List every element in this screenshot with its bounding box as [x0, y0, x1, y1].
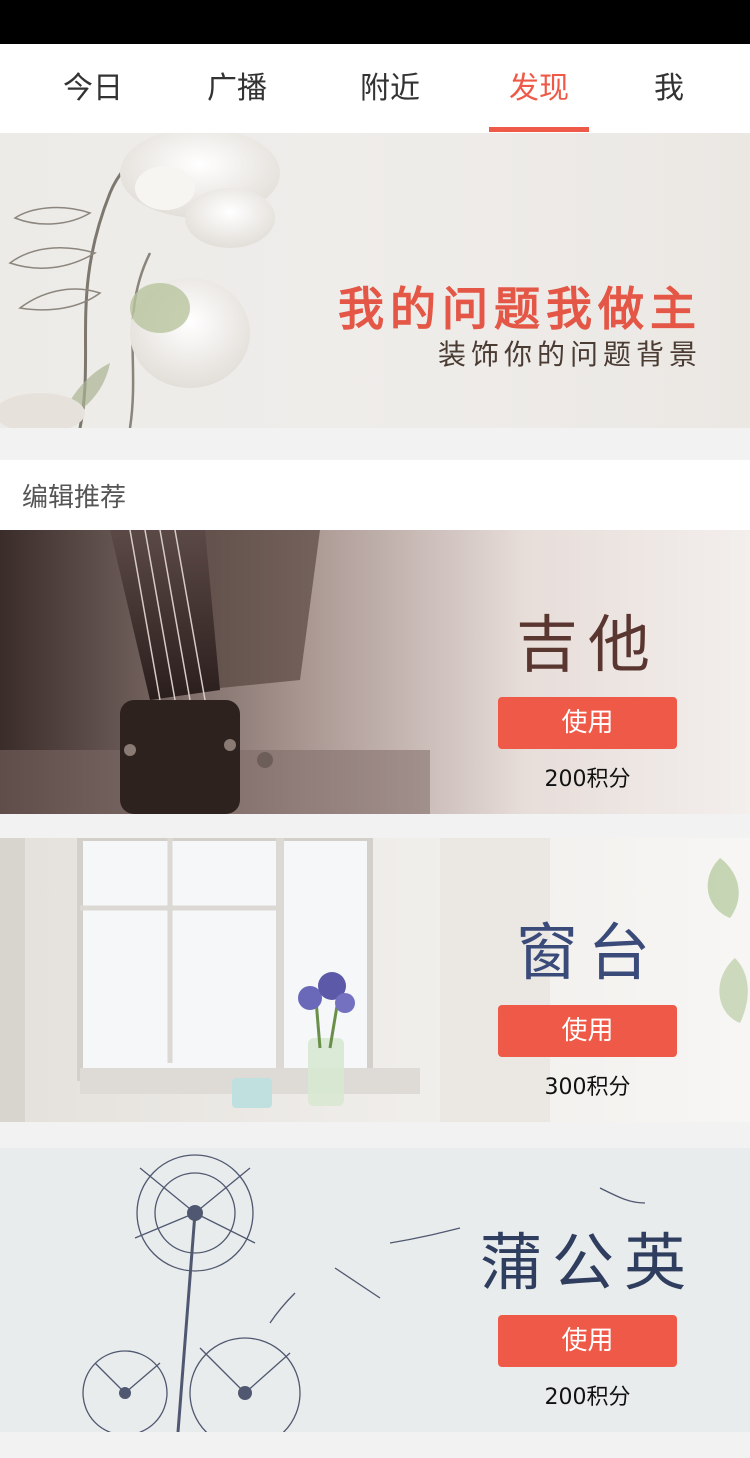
section-title: 编辑推荐 — [22, 483, 127, 513]
use-button[interactable]: 使用 — [498, 1315, 677, 1367]
theme-name: 蒲公英 — [479, 1226, 696, 1299]
top-tab-bar: 今日 广播 附近 发现 我 — [0, 44, 750, 133]
points-cost: 300积分 — [544, 1075, 631, 1100]
tab-today[interactable]: 今日 — [43, 44, 143, 133]
status-bar — [0, 0, 750, 44]
theme-card-guitar[interactable]: 吉他 使用 200积分 — [0, 530, 750, 814]
tab-nearby[interactable]: 附近 — [340, 44, 440, 133]
use-button[interactable]: 使用 — [498, 697, 677, 749]
banner[interactable]: 我的问题我做主 装饰你的问题背景 — [0, 133, 750, 428]
tab-discover[interactable]: 发现 — [489, 44, 589, 133]
theme-name: 窗台 — [515, 916, 660, 989]
banner-subtitle: 装饰你的问题背景 — [437, 338, 702, 371]
theme-name: 吉他 — [515, 608, 660, 681]
section-header: 编辑推荐 — [0, 460, 750, 530]
banner-title: 我的问题我做主 — [338, 282, 702, 336]
tab-broadcast[interactable]: 广播 — [187, 44, 287, 133]
use-button[interactable]: 使用 — [498, 1005, 677, 1057]
active-tab-indicator — [489, 127, 589, 132]
theme-card-dandelion[interactable]: 蒲公英 使用 200积分 — [0, 1148, 750, 1432]
tab-me[interactable]: 我 — [634, 44, 704, 133]
points-cost: 200积分 — [544, 1385, 631, 1410]
points-cost: 200积分 — [544, 767, 631, 792]
theme-card-windowsill[interactable]: 窗台 使用 300积分 — [0, 838, 750, 1122]
